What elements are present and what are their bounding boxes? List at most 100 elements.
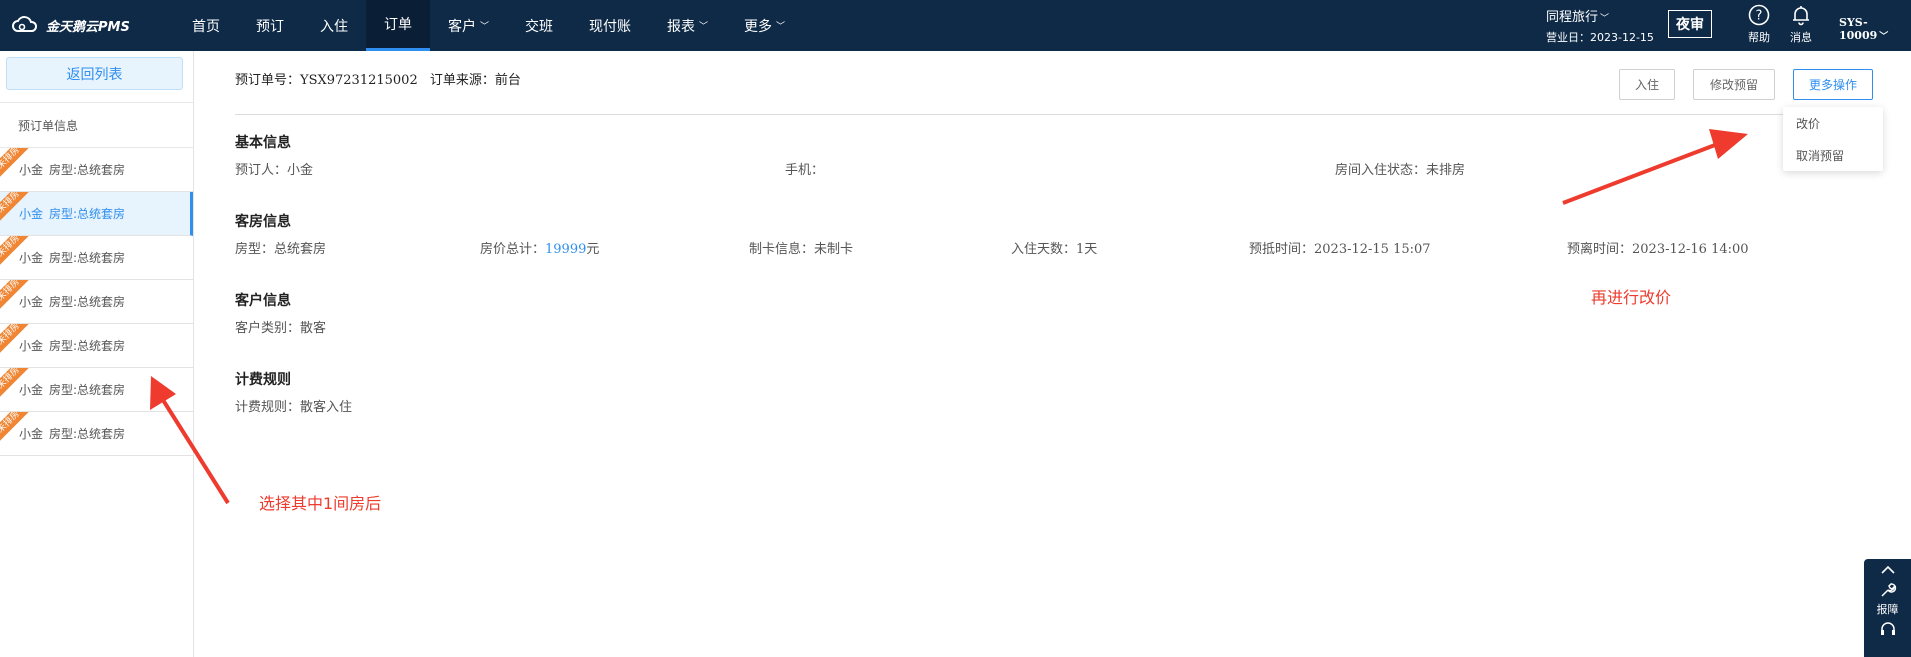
nav-customers[interactable]: 客户 ﹀ (430, 0, 507, 51)
svg-text:?: ? (1756, 9, 1763, 24)
report-issue-label: 报障 (1876, 603, 1899, 616)
customer-info-title: 客户信息 (235, 293, 291, 309)
order-detail-panel: 预订单号：YSX97231215002 订单来源：前台 入住 修改预留 更多操作… (235, 51, 1883, 657)
more-actions-menu: 改价 取消预留 (1783, 107, 1883, 171)
chevron-up-icon (1880, 565, 1895, 574)
business-date: 营业日：2023-12-15 (1546, 31, 1654, 44)
guest-name: 小金 (19, 383, 44, 397)
phone-field: 手机： (785, 163, 825, 178)
username: SYS-10009 (1839, 16, 1878, 42)
room-type: 房型:总统套房 (49, 207, 126, 221)
room-type: 房型:总统套房 (49, 295, 126, 309)
more-actions-button[interactable]: 更多操作 (1793, 69, 1873, 100)
total-price-field: 房价总计：19999元 (480, 238, 599, 257)
room-list-item[interactable]: 未排房 小金 房型:总统套房 (0, 236, 193, 280)
menu-item-change-price[interactable]: 改价 (1783, 107, 1883, 139)
report-issue-button[interactable]: 报障 (1864, 581, 1911, 617)
room-type: 房型:总统套房 (49, 383, 126, 397)
room-list: 未排房 小金 房型:总统套房 未排房 小金 房型:总统套房 未排房 小金 房型:总统套… (0, 148, 193, 456)
nav-label: 预订 (256, 18, 284, 35)
wrench-icon (1880, 583, 1896, 597)
order-source: 订单来源：前台 (429, 73, 521, 88)
hotel-name: 同程旅行 (1546, 10, 1599, 25)
nav-label: 订单 (384, 17, 412, 33)
nav-label: 更多 (744, 18, 773, 35)
room-list-item[interactable]: 未排房 小金 房型:总统套房 (0, 192, 193, 236)
chevron-down-icon: ﹀ (1879, 32, 1889, 42)
guest-name: 小金 (19, 339, 44, 353)
order-header: 预订单号：YSX97231215002 订单来源：前台 (235, 69, 529, 88)
room-status-field: 房间入住状态：未排房 (1335, 163, 1466, 178)
menu-item-cancel-reservation[interactable]: 取消预留 (1783, 139, 1883, 171)
nav-label: 报表 (667, 18, 696, 35)
nav-label: 入住 (320, 18, 348, 35)
app-logo[interactable]: 金天鹅云PMS (10, 14, 130, 36)
sidebar-section-label: 预订单信息 (18, 118, 79, 133)
nav-home[interactable]: 首页 (174, 0, 238, 51)
reservation-info-header[interactable]: 预订单信息 (0, 102, 193, 148)
arrival-time-field: 预抵时间：2023-12-15 15:07 (1249, 242, 1431, 257)
help-icon: ? (1748, 4, 1770, 26)
sidebar: 返回列表 预订单信息 未排房 小金 房型:总统套房 未排房 小金 房型:总统套房 未… (0, 51, 194, 657)
back-to-list-button[interactable]: 返回列表 (6, 57, 183, 90)
top-navbar: 金天鹅云PMS 首页 预订 入住 订单 客户 ﹀ 交班 现付账 报表 ﹀ 更多 ﹀ 同… (0, 0, 1911, 51)
room-list-item[interactable]: 未排房 小金 房型:总统套房 (0, 324, 193, 368)
nav-label: 首页 (192, 18, 220, 35)
nav-shift[interactable]: 交班 (507, 0, 571, 51)
room-list-item[interactable]: 未排房 小金 房型:总统套房 (0, 368, 193, 412)
header-divider (235, 114, 1875, 115)
annotation-text-select-room: 选择其中1间房后 (259, 494, 382, 513)
messages-label: 消息 (1790, 31, 1812, 44)
nav-checkin[interactable]: 入住 (302, 0, 366, 51)
total-price-value: 19999 (545, 242, 587, 257)
chevron-down-icon: ﹀ (1600, 14, 1610, 24)
checkin-button[interactable]: 入住 (1619, 69, 1675, 100)
room-type-field: 房型：总统套房 (235, 242, 327, 257)
card-info-field: 制卡信息：未制卡 (749, 242, 854, 257)
billing-rule-title: 计费规则 (235, 372, 291, 388)
modify-reservation-button[interactable]: 修改预留 (1693, 69, 1775, 100)
logo-text: 金天鹅云PMS (46, 19, 130, 35)
user-menu[interactable]: SYS-10009 ﹀ (1839, 16, 1911, 42)
support-button[interactable] (1864, 621, 1911, 635)
booker-field: 预订人：小金 (235, 163, 314, 178)
guest-name: 小金 (19, 427, 44, 441)
basic-info-title: 基本信息 (235, 135, 291, 151)
main-nav: 首页 预订 入住 订单 客户 ﹀ 交班 现付账 报表 ﹀ 更多 ﹀ (174, 0, 803, 51)
room-type: 房型:总统套房 (49, 339, 126, 353)
chevron-down-icon: ﹀ (699, 22, 709, 32)
chevron-down-icon: ﹀ (480, 22, 490, 32)
hotel-selector[interactable]: 同程旅行 ﹀ 营业日：2023-12-15 (1546, 6, 1654, 45)
guest-name: 小金 (19, 295, 44, 309)
nav-reports[interactable]: 报表 ﹀ (649, 0, 726, 51)
nav-more[interactable]: 更多 ﹀ (726, 0, 803, 51)
nav-orders[interactable]: 订单 (366, 0, 430, 51)
nav-label: 现付账 (589, 18, 632, 35)
floating-toolbar: 报障 (1864, 559, 1911, 657)
nights-field: 入住天数：1天 (1011, 242, 1098, 257)
chevron-down-icon: ﹀ (776, 22, 786, 32)
departure-time-field: 预离时间：2023-12-16 14:00 (1567, 242, 1749, 257)
guest-name: 小金 (19, 251, 44, 265)
nav-reservation[interactable]: 预订 (238, 0, 302, 51)
total-price-label: 房价总计： (480, 242, 546, 257)
billing-rule-field: 计费规则：散客入住 (235, 400, 353, 415)
room-type: 房型:总统套房 (49, 251, 126, 265)
bell-icon (1793, 6, 1809, 26)
help-button[interactable]: ? 帮助 (1739, 4, 1779, 48)
price-unit: 元 (586, 242, 600, 257)
nav-label: 客户 (448, 18, 476, 35)
room-type: 房型:总统套房 (49, 427, 126, 441)
customer-category-field: 客户类别：散客 (235, 321, 327, 336)
help-label: 帮助 (1748, 31, 1770, 44)
nav-cash-account[interactable]: 现付账 (571, 0, 649, 51)
messages-button[interactable]: 消息 (1781, 4, 1821, 48)
room-info-title: 客房信息 (235, 214, 291, 230)
collapse-button[interactable] (1864, 565, 1911, 575)
annotation-text-adjust-price: 再进行改价 (1591, 288, 1672, 307)
room-list-item[interactable]: 未排房 小金 房型:总统套房 (0, 280, 193, 324)
nav-label: 交班 (525, 18, 554, 35)
night-audit-button[interactable]: 夜审 (1668, 10, 1712, 38)
room-list-item[interactable]: 未排房 小金 房型:总统套房 (0, 412, 193, 456)
room-list-item[interactable]: 未排房 小金 房型:总统套房 (0, 148, 193, 192)
